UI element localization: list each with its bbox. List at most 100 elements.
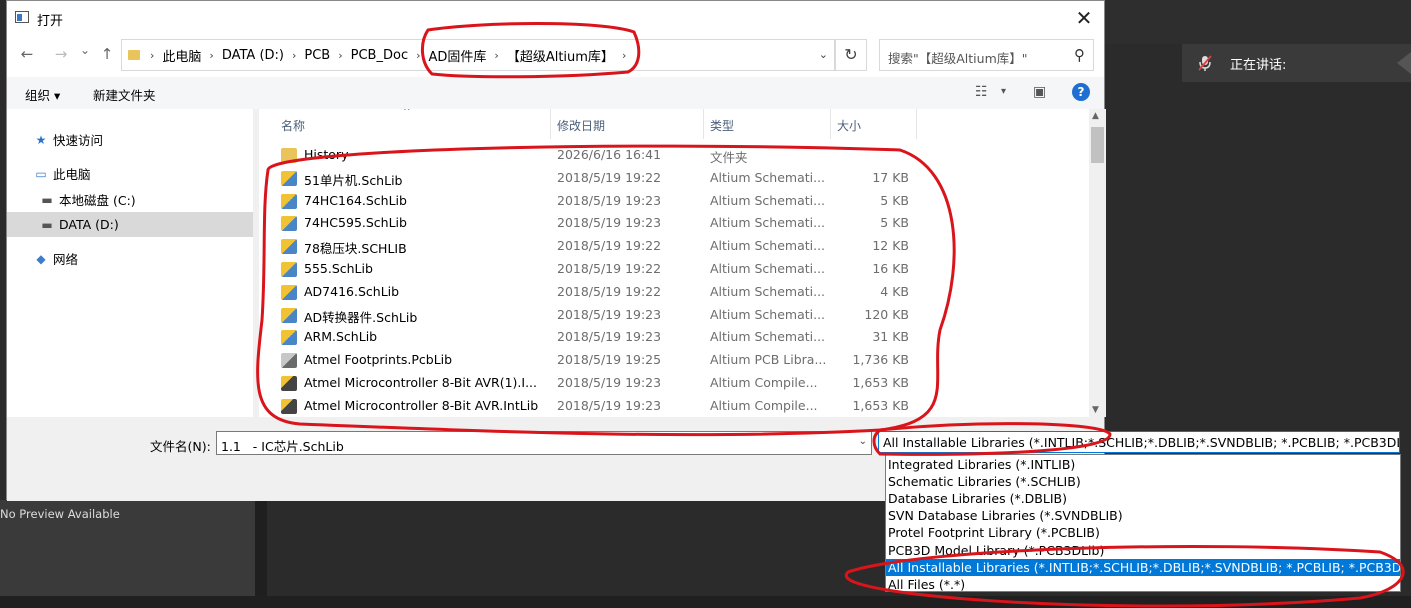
column-header-type[interactable]: 类型 [704,109,831,139]
breadcrumb-item[interactable]: AD固件库 [429,46,487,65]
breadcrumb-separator-icon[interactable]: › [622,49,626,62]
file-row[interactable]: 74HC164.SchLib 2018/5/19 19:23 Altium Sche… [259,190,1089,213]
breadcrumb-separator-icon[interactable]: › [209,49,213,62]
address-bar[interactable]: › 此电脑 › DATA (D:) › PCB › PCB_Doc › AD固件… [121,39,835,71]
talking-label: 正在讲话: [1230,57,1287,73]
new-folder-button[interactable]: 新建文件夹 [93,85,156,104]
file-type-select[interactable]: All Installable Libraries (*.INTLIB;*.SC… [878,431,1400,453]
breadcrumb-separator-icon[interactable]: › [292,49,296,62]
file-date: 2018/5/19 19:22 [557,261,662,276]
back-arrow-icon[interactable]: ← [17,45,37,63]
file-date: 2018/5/19 19:25 [557,352,662,368]
file-row[interactable]: AD转换器件.SchLib 2018/5/19 19:23 Altium Schem… [259,304,1089,327]
filename-input[interactable]: 1.1 - IC芯片.SchLib ⌄ [216,431,872,455]
file-row[interactable]: Atmel Microcontroller 8-Bit AVR(1).I... 2… [259,372,1089,395]
column-header-size[interactable]: 大小 [831,109,917,139]
dialog-title: 打开 [37,14,64,29]
refresh-button[interactable]: ↻ [835,39,867,71]
file-icon [281,193,297,209]
scroll-down-icon[interactable]: ▼ [1092,405,1099,415]
column-header-label: 修改日期 [557,119,606,133]
file-type-option[interactable]: All Installable Libraries (*.INTLIB;*.SC… [886,558,1400,576]
filename-label: 文件名(N): [150,439,211,454]
close-button[interactable]: ✕ [1070,5,1098,31]
breadcrumb-item[interactable]: PCB [304,48,330,63]
breadcrumb-item[interactable]: PCB_Doc [351,48,408,63]
sidebar-item-label: 本地磁盘 (C:) [59,193,136,208]
address-dropdown-chevron-icon[interactable]: ⌄ [819,48,828,61]
sidebar-item-this-pc[interactable]: ▭ 此电脑 [7,161,253,186]
file-date: 2018/5/19 19:23 [557,215,662,231]
up-arrow-icon[interactable]: ↑ [97,45,117,63]
search-icon[interactable]: ⚲ [1074,46,1085,64]
scrollbar-thumb[interactable] [1091,127,1104,163]
collapse-panel-tab[interactable] [1397,52,1411,74]
sidebar-item-network[interactable]: ◆ 网络 [7,246,253,271]
file-date: 2018/5/19 19:23 [557,192,662,208]
file-name: 74HC595.SchLib [304,215,407,231]
sidebar-item-data-d[interactable]: ▬ DATA (D:) [7,212,253,237]
sidebar-item-quick-access[interactable]: ★ 快速访问 [7,127,253,152]
file-type: Altium Compile... [710,397,818,413]
file-date: 2018/5/19 19:23 [557,306,662,322]
file-row[interactable]: Atmel Footprints.PcbLib 2018/5/19 19:25 Al… [259,349,1089,372]
file-size: 17 KB [872,169,909,185]
file-type-option[interactable]: Schematic Libraries (*.SCHLIB) [886,473,1400,490]
file-type-option[interactable]: Integrated Libraries (*.INTLIB) [886,456,1400,473]
star-icon: ★ [35,132,47,147]
column-header-date[interactable]: 修改日期 [551,109,704,139]
view-options-icon[interactable]: ☷ [975,84,988,100]
vertical-scrollbar[interactable]: ▲ ▼ [1089,109,1106,417]
muted-mic-icon [1190,54,1220,72]
file-row[interactable]: 78稳压块.SCHLIB 2018/5/19 19:22 Altium Schema… [259,235,1089,258]
sidebar-item-label: DATA (D:) [59,217,119,232]
help-icon[interactable]: ? [1072,83,1090,101]
file-type: Altium Schemati... [710,215,826,231]
file-date: 2018/5/19 19:22 [557,169,662,185]
breadcrumb-separator-icon[interactable]: › [494,49,498,62]
recent-locations-chevron-icon[interactable]: ⌄ [75,43,95,57]
filename-dropdown-chevron-icon[interactable]: ⌄ [859,436,867,447]
file-type: Altium Compile... [710,375,818,390]
file-icon [281,262,297,277]
search-input[interactable]: 搜索"【超级Altium库】" ⚲ [879,39,1094,71]
breadcrumb-item[interactable]: 此电脑 [162,46,201,65]
file-row[interactable]: Atmel Microcontroller 8-Bit AVR.IntLib 20… [259,395,1089,417]
file-type-option[interactable]: PCB3D Model Library (*.PCB3DLib) [886,542,1400,559]
breadcrumb: 此电脑 › DATA (D:) › PCB › PCB_Doc › AD固件库 … [162,46,634,65]
breadcrumb-item[interactable]: DATA (D:) [222,48,284,63]
sidebar-item-local-disk-c[interactable]: ▬ 本地磁盘 (C:) [7,187,253,212]
view-dropdown-icon[interactable]: ▾ [1001,86,1006,97]
column-header-name[interactable]: 名称 ^ [259,109,551,139]
file-date: 2018/5/19 19:23 [557,329,662,345]
file-icon [281,330,297,346]
scroll-up-icon[interactable]: ▲ [1092,111,1099,121]
file-type-option[interactable]: Protel Footprint Library (*.PCBLIB) [886,524,1400,541]
breadcrumb-item[interactable]: 【超级Altium库】 [507,46,614,65]
preview-pane-icon[interactable]: ▣ [1033,84,1046,100]
file-row[interactable]: 74HC595.SchLib 2018/5/19 19:23 Altium Sche… [259,212,1089,235]
network-icon: ◆ [36,251,46,266]
column-header-label: 大小 [837,119,862,133]
file-row[interactable]: AD7416.SchLib 2018/5/19 19:22 Altium Schem… [259,281,1089,304]
file-size: 31 KB [872,329,909,345]
forward-arrow-icon[interactable]: → [51,45,71,63]
file-type-option[interactable]: SVN Database Libraries (*.SVNDBLIB) [886,507,1400,524]
file-icon [281,284,297,300]
file-type: Altium Schemati... [710,192,826,208]
file-row[interactable]: 555.SchLib 2018/5/19 19:22 Altium Schemati… [259,258,1089,281]
file-icon [281,170,297,186]
file-type-option[interactable]: All Files (*.*) [886,576,1400,593]
breadcrumb-separator-icon[interactable]: › [338,49,342,62]
file-row[interactable]: 51单片机.SchLib 2018/5/19 19:22 Altium Schema… [259,167,1089,190]
file-icon [281,353,297,369]
file-type: 文件夹 [710,150,748,165]
file-type-option[interactable]: Database Libraries (*.DBLIB) [886,490,1400,507]
file-icon [281,398,297,414]
file-name: ARM.SchLib [304,329,378,345]
organize-menu-button[interactable]: 组织 ▾ [25,85,60,104]
file-row[interactable]: ARM.SchLib 2018/5/19 19:23 Altium Schemati… [259,326,1089,349]
file-row[interactable]: History 2026/6/16 16:41 文件夹 [259,144,1089,167]
navigation-pane: ★ 快速访问 ▭ 此电脑 ▬ 本地磁盘 (C:) ▬ DATA (D:) ◆ 网… [7,109,253,417]
breadcrumb-separator-icon[interactable]: › [416,49,420,62]
